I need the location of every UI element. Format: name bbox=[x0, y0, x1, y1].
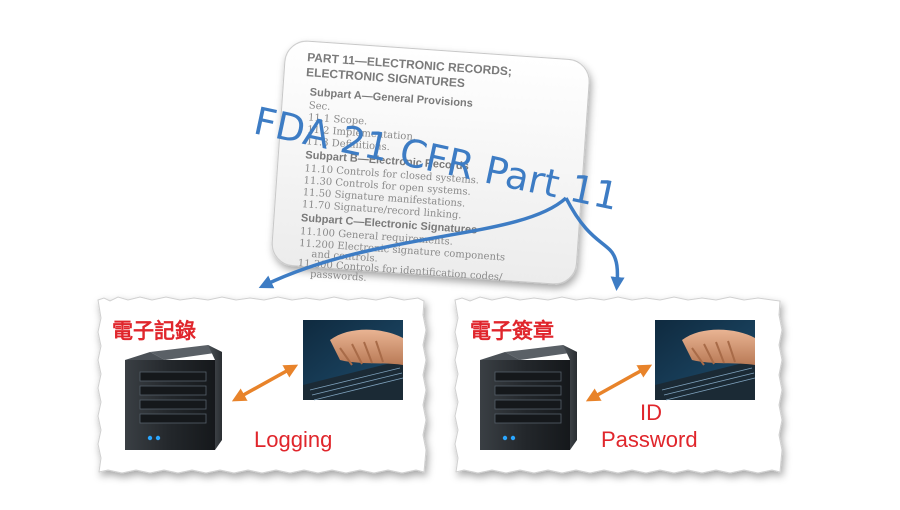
records-caption: Logging bbox=[254, 427, 332, 452]
records-label: 電子記錄 bbox=[112, 319, 196, 343]
signatures-panel: 電子簽章 ID Password bbox=[454, 296, 783, 474]
server-icon bbox=[480, 345, 577, 450]
keyboard-typing-image bbox=[303, 320, 404, 401]
server-icon bbox=[125, 345, 222, 450]
records-panel: 電子記錄 Logging bbox=[97, 296, 427, 474]
diagram-canvas: PART 11—ELECTRONIC RECORDS; ELECTRONIC S… bbox=[97, 40, 783, 474]
signatures-caption-password: Password bbox=[601, 427, 698, 452]
keyboard-typing-image bbox=[655, 320, 756, 401]
signatures-caption-id: ID bbox=[640, 400, 662, 425]
signatures-label: 電子簽章 bbox=[470, 319, 554, 343]
